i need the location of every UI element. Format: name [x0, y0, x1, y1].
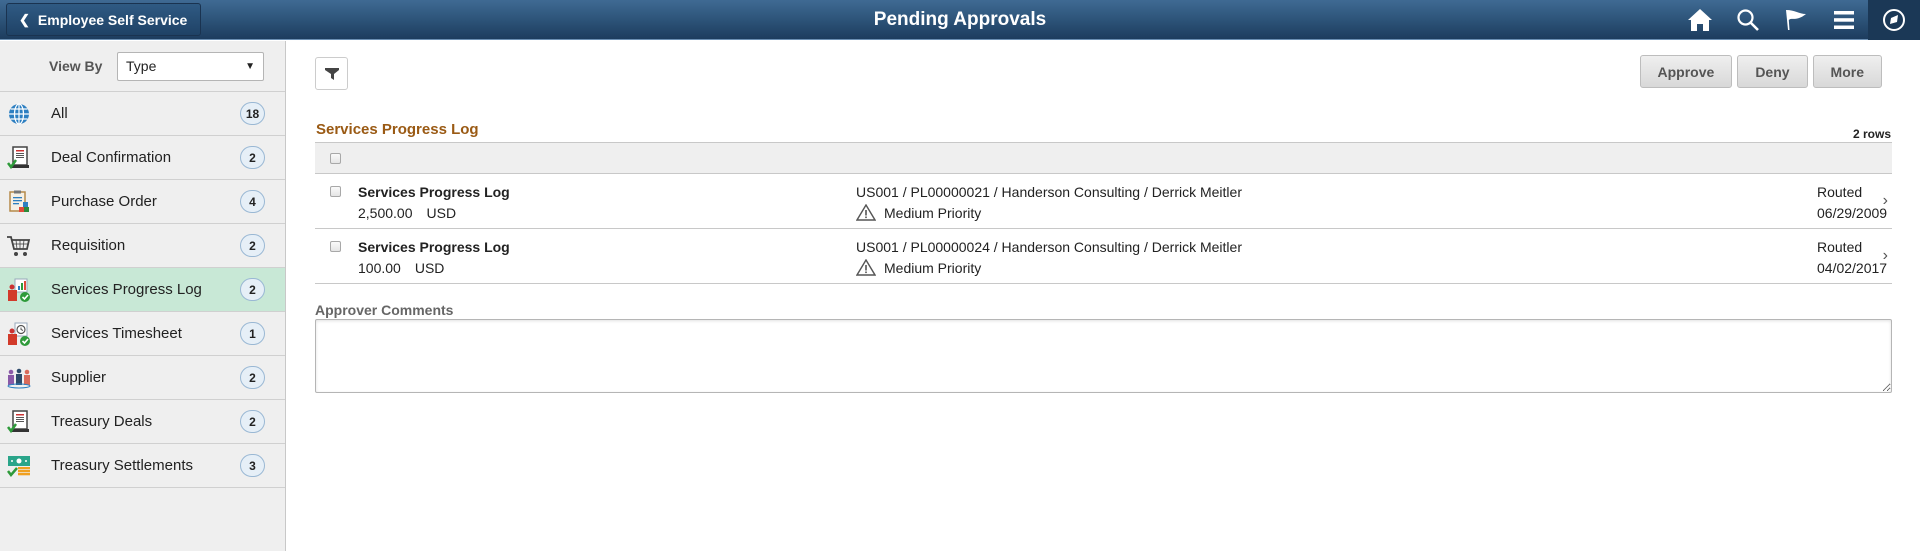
count-badge: 4	[240, 190, 265, 213]
globe-icon	[5, 100, 33, 128]
filter-button[interactable]	[315, 57, 348, 90]
row-title: Services Progress Log	[358, 184, 510, 200]
row-details: US001 / PL00000024 / Handerson Consultin…	[856, 239, 1242, 255]
approvals-grid: Services Progress Log 2,500.00 USD US001 …	[315, 142, 1892, 284]
row-status: Routed	[1817, 184, 1863, 200]
progress-log-icon	[5, 276, 33, 304]
select-all-checkbox[interactable]	[330, 152, 341, 164]
actions-menu-button[interactable]	[1820, 0, 1868, 40]
approver-comments-label: Approver Comments	[315, 302, 454, 318]
row-status: Routed	[1817, 239, 1863, 255]
view-by-row: View By Type ▼	[0, 41, 285, 92]
count-badge: 18	[240, 102, 265, 125]
row-amount: 100.00	[358, 260, 401, 276]
count-badge: 2	[240, 410, 265, 433]
row-count: 2 rows	[1852, 127, 1891, 141]
deal-document-icon	[5, 144, 33, 172]
view-by-value: Type	[126, 58, 157, 74]
supplier-people-icon	[5, 364, 33, 392]
top-banner: ❮ Employee Self Service Pending Approval…	[0, 0, 1920, 40]
search-icon	[1737, 9, 1759, 31]
sidebar-item-treasury-deals[interactable]: Treasury Deals 2	[0, 400, 285, 444]
count-badge: 2	[240, 234, 265, 257]
view-by-select[interactable]: Type ▼	[117, 51, 264, 81]
sidebar: View By Type ▼ All 18 Deal Confirmation …	[0, 41, 286, 551]
count-badge: 2	[240, 278, 265, 301]
action-buttons: Approve Deny More	[1639, 55, 1882, 88]
chevron-right-icon: ›	[1882, 192, 1888, 209]
row-date: 06/29/2009	[1817, 205, 1888, 221]
row-amount: 2,500.00	[358, 205, 413, 221]
row-priority: Medium Priority	[884, 259, 982, 276]
chevron-left-icon: ❮	[19, 11, 30, 27]
money-icon	[5, 452, 33, 480]
chevron-right-icon: ›	[1882, 247, 1888, 264]
home-icon	[1688, 9, 1712, 31]
count-badge: 1	[240, 322, 265, 345]
row-details: US001 / PL00000021 / Handerson Consultin…	[856, 184, 1242, 200]
count-badge: 2	[240, 366, 265, 389]
row-date: 04/02/2017	[1817, 260, 1888, 276]
warning-icon	[856, 259, 876, 276]
row-title: Services Progress Log	[358, 239, 510, 255]
sidebar-item-deal-confirmation[interactable]: Deal Confirmation 2	[0, 136, 285, 180]
flag-icon	[1786, 10, 1806, 30]
warning-icon	[856, 204, 876, 221]
navbar-compass-icon	[1883, 9, 1905, 31]
notifications-button[interactable]	[1772, 0, 1820, 40]
sidebar-item-all[interactable]: All 18	[0, 92, 285, 136]
approver-comments-input[interactable]	[315, 319, 1892, 393]
search-button[interactable]	[1724, 0, 1772, 40]
filter-icon	[324, 67, 339, 80]
cart-icon	[5, 232, 33, 260]
more-button[interactable]: More	[1812, 55, 1882, 88]
sidebar-item-supplier[interactable]: Supplier 2	[0, 356, 285, 400]
sidebar-item-requisition[interactable]: Requisition 2	[0, 224, 285, 268]
count-badge: 2	[240, 146, 265, 169]
timesheet-icon	[5, 320, 33, 348]
row-currency: USD	[414, 260, 445, 276]
menu-icon	[1834, 11, 1854, 29]
row-checkbox[interactable]	[330, 241, 341, 252]
grid-title: Services Progress Log	[316, 121, 479, 138]
dropdown-arrow-icon: ▼	[245, 60, 255, 72]
row-priority: Medium Priority	[884, 204, 982, 221]
row-currency: USD	[426, 205, 457, 221]
row-checkbox[interactable]	[330, 186, 341, 197]
sidebar-item-purchase-order[interactable]: Purchase Order 4	[0, 180, 285, 224]
page-title: Pending Approvals	[873, 9, 1047, 30]
home-button[interactable]	[1676, 0, 1724, 40]
treasury-document-icon	[5, 408, 33, 436]
deny-button[interactable]: Deny	[1737, 55, 1808, 88]
approve-button[interactable]: Approve	[1639, 55, 1733, 88]
back-button[interactable]: ❮ Employee Self Service	[6, 3, 201, 36]
main-content: Approve Deny More Services Progress Log …	[287, 41, 1920, 551]
navbar-button[interactable]	[1868, 0, 1920, 40]
grid-header	[315, 142, 1892, 174]
sidebar-item-treasury-settlements[interactable]: Treasury Settlements 3	[0, 444, 285, 488]
table-row[interactable]: Services Progress Log 100.00 USD US001 / …	[315, 229, 1892, 284]
view-by-label: View By	[49, 58, 103, 74]
count-badge: 3	[240, 454, 265, 477]
sidebar-item-services-timesheet[interactable]: Services Timesheet 1	[0, 312, 285, 356]
sidebar-item-services-progress-log[interactable]: Services Progress Log 2	[0, 268, 285, 312]
clipboard-icon	[5, 188, 33, 216]
back-button-label: Employee Self Service	[37, 11, 188, 28]
table-row[interactable]: Services Progress Log 2,500.00 USD US001 …	[315, 174, 1892, 229]
